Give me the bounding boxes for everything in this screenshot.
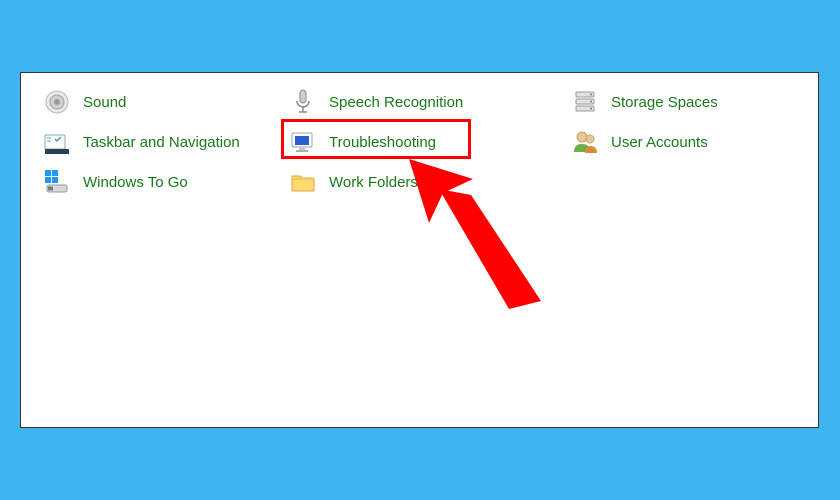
cp-item-label: Work Folders (329, 174, 418, 191)
windows-to-go-icon (43, 168, 71, 196)
cp-item-label: Sound (83, 94, 126, 111)
pointer-arrow-icon (401, 151, 571, 321)
cp-item-sound[interactable]: Sound (43, 85, 126, 119)
cp-item-speech-recognition[interactable]: Speech Recognition (289, 85, 463, 119)
cp-item-storage-spaces[interactable]: Storage Spaces (571, 85, 718, 119)
microphone-icon (289, 88, 317, 116)
cp-item-windows-to-go[interactable]: Windows To Go (43, 165, 188, 199)
cp-item-taskbar-navigation[interactable]: Taskbar and Navigation (43, 125, 240, 159)
cp-item-user-accounts[interactable]: User Accounts (571, 125, 708, 159)
cp-item-label: User Accounts (611, 134, 708, 151)
control-panel-items-grid: Sound Speech Recognition (21, 73, 818, 427)
control-panel-window: Sound Speech Recognition (20, 72, 819, 428)
user-accounts-icon (571, 128, 599, 156)
troubleshooting-icon (289, 128, 317, 156)
speaker-icon (43, 88, 71, 116)
cp-item-label: Speech Recognition (329, 94, 463, 111)
cp-item-label: Taskbar and Navigation (83, 134, 240, 151)
storage-icon (571, 88, 599, 116)
cp-item-label: Troubleshooting (329, 134, 436, 151)
folder-icon (289, 168, 317, 196)
cp-item-work-folders[interactable]: Work Folders (289, 165, 418, 199)
cp-item-label: Windows To Go (83, 174, 188, 191)
taskbar-icon (43, 128, 71, 156)
cp-item-troubleshooting[interactable]: Troubleshooting (289, 125, 436, 159)
cp-item-label: Storage Spaces (611, 94, 718, 111)
